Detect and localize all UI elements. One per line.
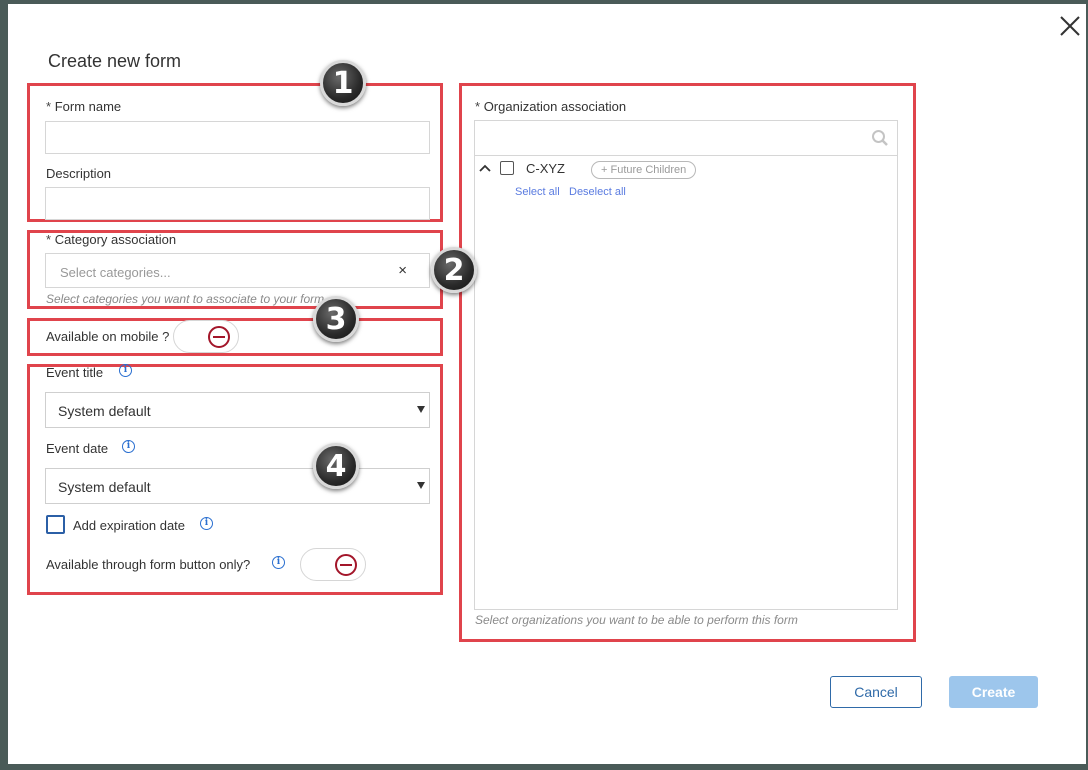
step-badge-1: 1 bbox=[320, 60, 366, 106]
category-label: * Category association bbox=[46, 232, 177, 247]
form-name-label: * Form name bbox=[46, 99, 122, 114]
create-button[interactable]: Create bbox=[949, 676, 1038, 708]
info-icon[interactable]: i bbox=[119, 364, 132, 377]
category-select[interactable]: Select categories... × bbox=[45, 253, 430, 288]
create-form-modal: Create new form * Form name Description … bbox=[8, 4, 1086, 764]
description-label: Description bbox=[46, 166, 112, 181]
mobile-label: Available on mobile ? bbox=[46, 329, 170, 344]
category-hint: Select categories you want to associate … bbox=[46, 292, 325, 306]
expiration-label: Add expiration date bbox=[73, 518, 186, 533]
toggle-off-icon bbox=[208, 326, 230, 348]
modal-title: Create new form bbox=[48, 51, 182, 71]
future-children-button[interactable]: + Future Children bbox=[591, 161, 697, 179]
clear-categories-icon[interactable]: × bbox=[398, 262, 407, 279]
form-button-only-label: Available through form button only? bbox=[46, 557, 251, 572]
form-name-input[interactable] bbox=[45, 121, 430, 154]
close-button[interactable] bbox=[1054, 10, 1086, 42]
organization-hint: Select organizations you want to be able… bbox=[475, 613, 798, 627]
event-title-select[interactable]: System default bbox=[45, 392, 430, 428]
event-date-value: System default bbox=[58, 479, 151, 495]
info-icon[interactable]: i bbox=[122, 440, 135, 453]
step-badge-2: 2 bbox=[431, 247, 477, 293]
category-placeholder: Select categories... bbox=[60, 265, 171, 280]
event-title-value: System default bbox=[58, 403, 151, 419]
step-badge-3: 3 bbox=[313, 296, 359, 342]
description-input[interactable] bbox=[45, 187, 430, 220]
deselect-all-link[interactable]: Deselect all bbox=[569, 186, 626, 198]
search-icon bbox=[872, 130, 888, 146]
dropdown-caret-icon bbox=[417, 482, 425, 489]
mobile-toggle[interactable] bbox=[173, 320, 239, 353]
select-all-link[interactable]: Select all bbox=[515, 186, 560, 198]
close-icon bbox=[1060, 16, 1080, 36]
organization-label: * Organization association bbox=[475, 99, 627, 114]
event-title-label: Event title bbox=[46, 365, 104, 380]
dropdown-caret-icon bbox=[417, 406, 425, 413]
event-date-select[interactable]: System default bbox=[45, 468, 430, 504]
form-button-only-toggle[interactable] bbox=[300, 548, 366, 581]
cancel-button[interactable]: Cancel bbox=[830, 676, 922, 708]
organization-panel: C-XYZ + Future Children Select all Desel… bbox=[474, 120, 898, 610]
chevron-up-icon[interactable] bbox=[479, 163, 491, 173]
org-checkbox[interactable] bbox=[500, 161, 514, 175]
organization-search-input[interactable] bbox=[475, 121, 897, 156]
step-badge-4: 4 bbox=[313, 443, 359, 489]
org-name: C-XYZ bbox=[526, 161, 565, 176]
info-icon[interactable]: i bbox=[200, 517, 213, 530]
event-date-label: Event date bbox=[46, 441, 109, 456]
info-icon[interactable]: i bbox=[272, 556, 285, 569]
toggle-off-icon bbox=[335, 554, 357, 576]
expiration-checkbox[interactable] bbox=[46, 515, 65, 534]
